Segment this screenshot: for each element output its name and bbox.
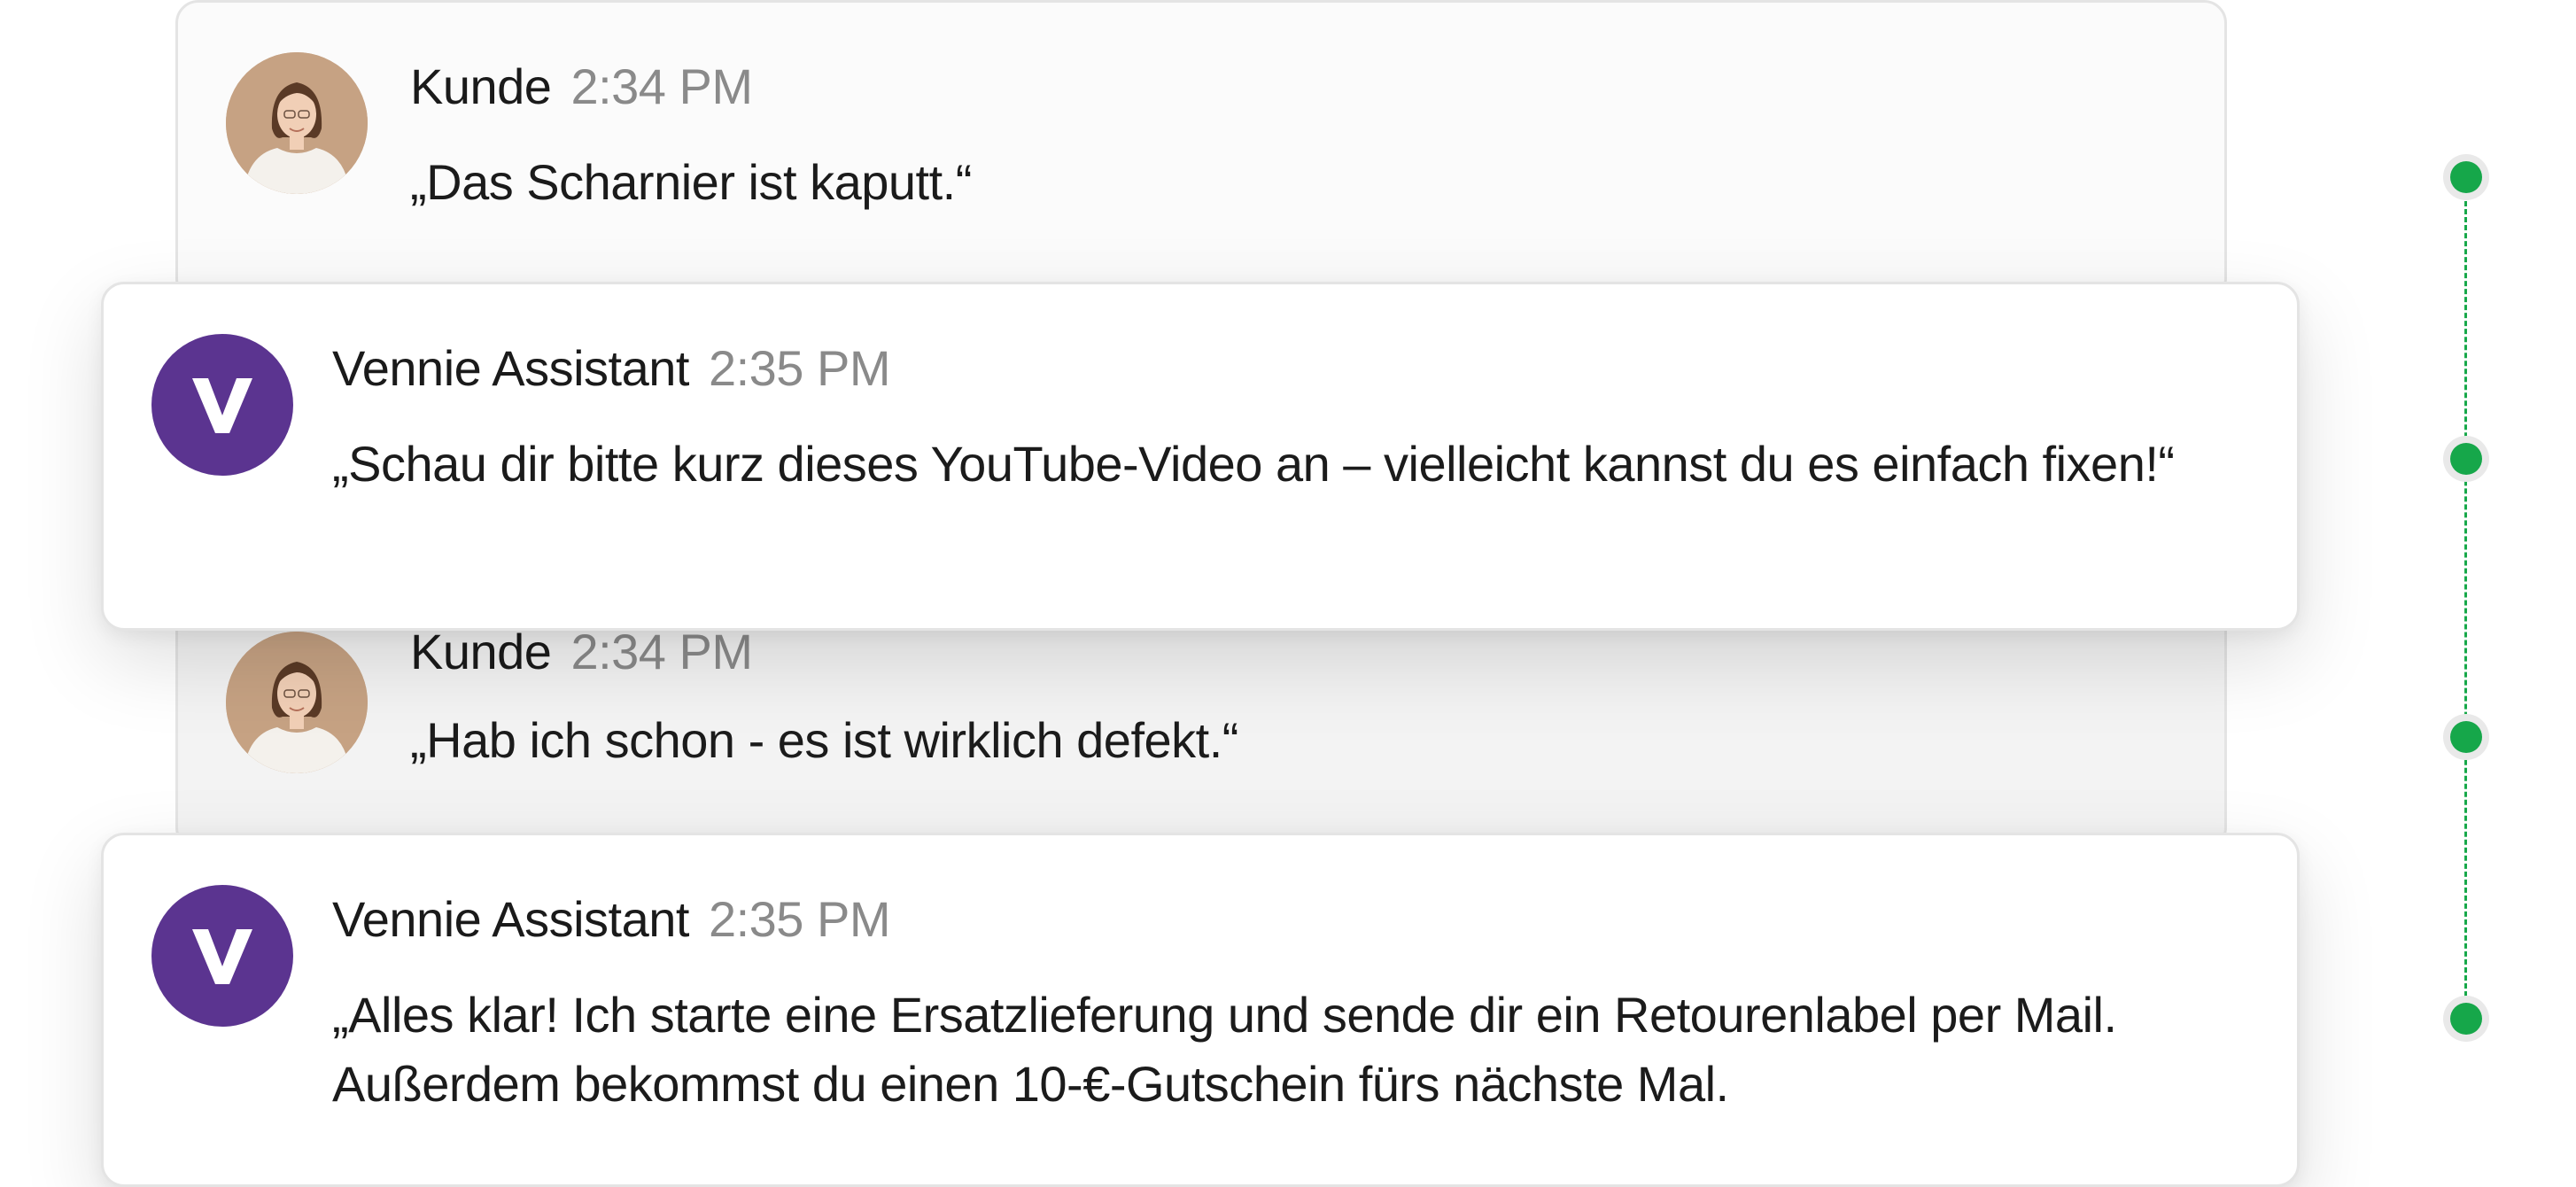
chat-message-assistant: Vennie Assistant 2:35 PM „Alles klar! Ic…	[101, 833, 2300, 1187]
vennie-logo-icon	[192, 378, 252, 433]
person-photo-icon	[226, 52, 368, 194]
message-header: Vennie Assistant 2:35 PM	[332, 339, 891, 397]
status-dot-icon	[2450, 443, 2482, 475]
status-dot-icon	[2450, 161, 2482, 193]
message-line: Außerdem bekommst du einen 10-€-Gutschei…	[332, 1056, 1729, 1112]
timeline-step-dot	[2443, 436, 2489, 482]
message-text: „Das Scharnier ist kaputt.“	[410, 148, 2171, 217]
vennie-avatar	[151, 885, 293, 1027]
sender-name: Kunde	[410, 58, 552, 114]
timeline-step-dot	[2443, 154, 2489, 200]
status-dot-icon	[2450, 1003, 2482, 1035]
message-line: „Schau dir bitte kurz dieses YouTube-Vid…	[332, 436, 2175, 492]
message-line: „Alles klar! Ich starte eine Ersatzliefe…	[332, 987, 2117, 1043]
message-header: Vennie Assistant 2:35 PM	[332, 890, 891, 948]
message-line: „Hab ich schon - es ist wirklich defekt.…	[410, 712, 1238, 768]
customer-avatar	[226, 632, 368, 773]
message-text: „Schau dir bitte kurz dieses YouTube-Vid…	[332, 430, 2244, 499]
sender-name: Kunde	[410, 624, 552, 679]
timeline-step-dot	[2443, 996, 2489, 1042]
message-header: Kunde 2:34 PM	[410, 623, 753, 680]
message-line: „Das Scharnier ist kaputt.“	[410, 154, 972, 210]
timeline-connector	[2464, 177, 2467, 1020]
status-dot-icon	[2450, 721, 2482, 753]
person-photo-icon	[226, 632, 368, 773]
chat-message-assistant: Vennie Assistant 2:35 PM „Schau dir bitt…	[101, 282, 2300, 631]
sender-name: Vennie Assistant	[332, 891, 689, 947]
customer-avatar	[226, 52, 368, 194]
timeline-step-dot	[2443, 714, 2489, 760]
vennie-logo-icon	[192, 929, 252, 984]
message-text: „Alles klar! Ich starte eine Ersatzliefe…	[332, 981, 2244, 1119]
sender-name: Vennie Assistant	[332, 340, 689, 396]
message-timestamp: 2:34 PM	[570, 624, 753, 679]
vennie-avatar	[151, 334, 293, 476]
message-timestamp: 2:35 PM	[708, 891, 891, 947]
message-timestamp: 2:34 PM	[570, 58, 753, 114]
message-timestamp: 2:35 PM	[708, 340, 891, 396]
message-header: Kunde 2:34 PM	[410, 58, 753, 115]
message-text: „Hab ich schon - es ist wirklich defekt.…	[410, 706, 2171, 775]
chat-message-customer: Kunde 2:34 PM „Das Scharnier ist kaputt.…	[175, 0, 2227, 301]
